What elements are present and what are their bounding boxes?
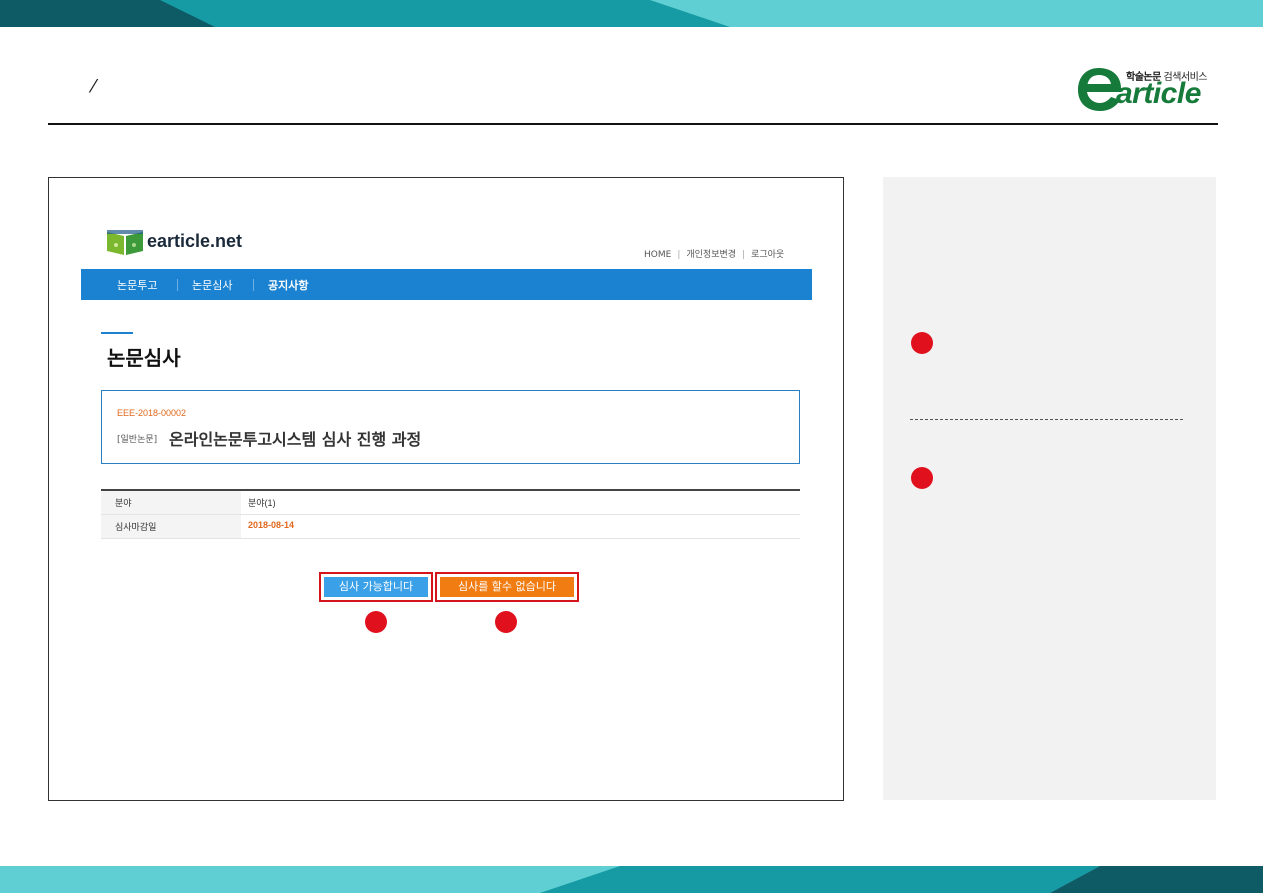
paper-info-table: 분야 분야(1) 심사마감일 2018-08-14 <box>101 489 800 539</box>
nav-item-review[interactable]: 논문심사 <box>192 277 232 293</box>
deadline-value: 2018-08-14 <box>248 520 295 530</box>
header-divider <box>48 123 1218 125</box>
description-panel <box>883 177 1216 800</box>
logout-link[interactable]: 로그아웃 <box>751 250 784 260</box>
nav-item-submit[interactable]: 논문투고 <box>117 277 157 293</box>
paper-id: EEE-2018-00002 <box>117 408 187 418</box>
paper-title: 온라인논문투고시스템 심사 진행 과정 <box>169 430 422 449</box>
marker-dot <box>911 332 933 354</box>
marker-dot <box>911 467 933 489</box>
earticle-logo: 학술논문 검색서비스 article <box>1076 64 1218 114</box>
utility-links: HOME | 개인정보변경 | 로그아웃 <box>644 250 785 260</box>
home-link[interactable]: HOME <box>644 250 671 260</box>
page-title: 논문심사 <box>107 346 181 370</box>
decline-highlight: 심사를 할수 없습니다 <box>435 572 579 602</box>
bottom-banner <box>0 866 1263 893</box>
accept-review-button[interactable]: 심사 가능합니다 <box>324 577 428 597</box>
paper-summary-box: EEE-2018-00002 [일반논문] 온라인논문투고시스템 심사 진행 과… <box>101 390 800 464</box>
nav-divider <box>177 279 178 291</box>
book-logo-icon <box>107 230 143 255</box>
title-accent <box>101 332 133 334</box>
top-banner <box>0 0 1263 27</box>
marker-dot <box>365 611 387 633</box>
nav-item-notice[interactable]: 공지사항 <box>268 277 308 293</box>
field-value: 분야(1) <box>248 498 276 508</box>
table-row: 심사마감일 2018-08-14 <box>101 515 800 539</box>
accept-highlight: 심사 가능합니다 <box>319 572 433 602</box>
slide-title-mark: ⁄ <box>92 76 96 97</box>
field-label: 분야 <box>115 499 132 509</box>
site-name: earticle.net <box>147 231 243 251</box>
main-nav: 논문투고 논문심사 공지사항 <box>81 269 812 300</box>
brand-wordmark: article <box>1116 77 1201 110</box>
nav-divider <box>253 279 254 291</box>
table-row: 분야 분야(1) <box>101 491 800 515</box>
panel-divider <box>910 419 1183 420</box>
decline-review-button[interactable]: 심사를 할수 없습니다 <box>440 577 574 597</box>
edit-profile-link[interactable]: 개인정보변경 <box>686 250 736 260</box>
marker-dot <box>495 611 517 633</box>
screenshot-frame: earticle.net HOME | 개인정보변경 | 로그아웃 논문투고 논문심사 … <box>48 177 844 801</box>
paper-type: [일반논문] <box>117 435 158 445</box>
deadline-label: 심사마감일 <box>115 523 157 533</box>
